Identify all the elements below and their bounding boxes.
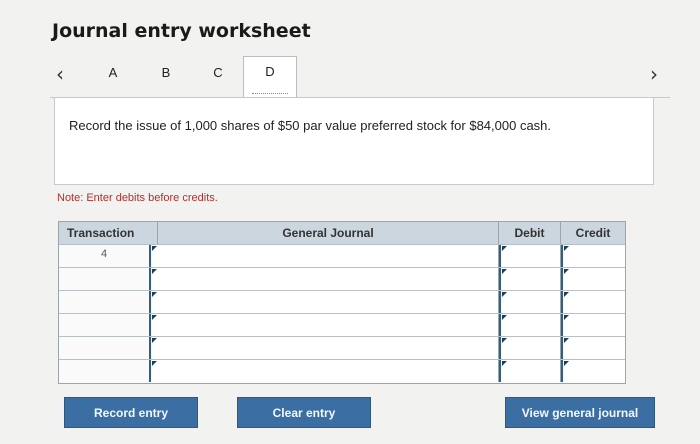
transaction-cell[interactable] <box>59 291 150 313</box>
debit-input[interactable] <box>499 337 561 359</box>
table-row <box>59 290 625 313</box>
instruction-note: Note: Enter debits before credits. <box>57 192 218 204</box>
transaction-cell[interactable] <box>59 314 150 336</box>
dropdown-caret-icon <box>152 315 157 320</box>
dropdown-caret-icon <box>502 246 507 251</box>
dropdown-caret-icon <box>502 269 507 274</box>
account-input[interactable] <box>149 245 499 267</box>
dropdown-caret-icon <box>564 246 569 251</box>
transaction-cell[interactable] <box>59 268 150 290</box>
tab-a[interactable]: A <box>101 65 125 80</box>
transaction-cell[interactable]: 4 <box>59 245 150 267</box>
table-row <box>59 359 625 382</box>
debit-input[interactable] <box>499 360 561 382</box>
account-input[interactable] <box>149 268 499 290</box>
dropdown-caret-icon <box>152 292 157 297</box>
tab-b[interactable]: B <box>154 65 178 80</box>
column-header-transaction: Transaction <box>59 222 158 244</box>
transaction-cell[interactable] <box>59 360 150 382</box>
credit-input[interactable] <box>561 337 625 359</box>
tab-c[interactable]: C <box>206 65 230 80</box>
question-text: Record the issue of 1,000 shares of $50 … <box>69 118 552 133</box>
credit-input[interactable] <box>561 268 625 290</box>
journal-table: Transaction General Journal Debit Credit… <box>58 221 626 384</box>
dropdown-caret-icon <box>152 338 157 343</box>
dropdown-caret-icon <box>152 361 157 366</box>
credit-input[interactable] <box>561 314 625 336</box>
dropdown-caret-icon <box>502 292 507 297</box>
tab-d-label: D <box>265 64 275 79</box>
account-input[interactable] <box>149 337 499 359</box>
column-header-debit: Debit <box>499 222 561 244</box>
clear-entry-button[interactable]: Clear entry <box>237 397 371 428</box>
credit-input[interactable] <box>561 360 625 382</box>
dropdown-caret-icon <box>564 292 569 297</box>
table-row: 4 <box>59 244 625 267</box>
dropdown-caret-icon <box>564 361 569 366</box>
dropdown-caret-icon <box>152 246 157 251</box>
column-header-general-journal: General Journal <box>158 222 499 244</box>
table-row <box>59 336 625 359</box>
tab-d[interactable]: D <box>243 56 297 98</box>
account-input[interactable] <box>149 291 499 313</box>
tab-focus-outline <box>252 93 288 94</box>
debit-input[interactable] <box>499 245 561 267</box>
tab-bar: ‹ A B C D › <box>50 56 670 102</box>
chevron-right-icon[interactable]: › <box>650 62 658 86</box>
table-row <box>59 313 625 336</box>
credit-input[interactable] <box>561 245 625 267</box>
debit-input[interactable] <box>499 291 561 313</box>
debit-input[interactable] <box>499 314 561 336</box>
account-input[interactable] <box>149 314 499 336</box>
dropdown-caret-icon <box>502 315 507 320</box>
dropdown-caret-icon <box>152 269 157 274</box>
account-input[interactable] <box>149 360 499 382</box>
credit-input[interactable] <box>561 291 625 313</box>
column-header-credit: Credit <box>561 222 625 244</box>
record-entry-button[interactable]: Record entry <box>64 397 198 428</box>
dropdown-caret-icon <box>564 338 569 343</box>
dropdown-caret-icon <box>564 315 569 320</box>
dropdown-caret-icon <box>564 269 569 274</box>
transaction-cell[interactable] <box>59 337 150 359</box>
chevron-left-icon[interactable]: ‹ <box>56 62 64 86</box>
dropdown-caret-icon <box>502 338 507 343</box>
page-title: Journal entry worksheet <box>52 20 311 42</box>
view-general-journal-button[interactable]: View general journal <box>505 397 655 428</box>
table-row <box>59 267 625 290</box>
debit-input[interactable] <box>499 268 561 290</box>
dropdown-caret-icon <box>502 361 507 366</box>
question-box: Record the issue of 1,000 shares of $50 … <box>54 97 654 185</box>
